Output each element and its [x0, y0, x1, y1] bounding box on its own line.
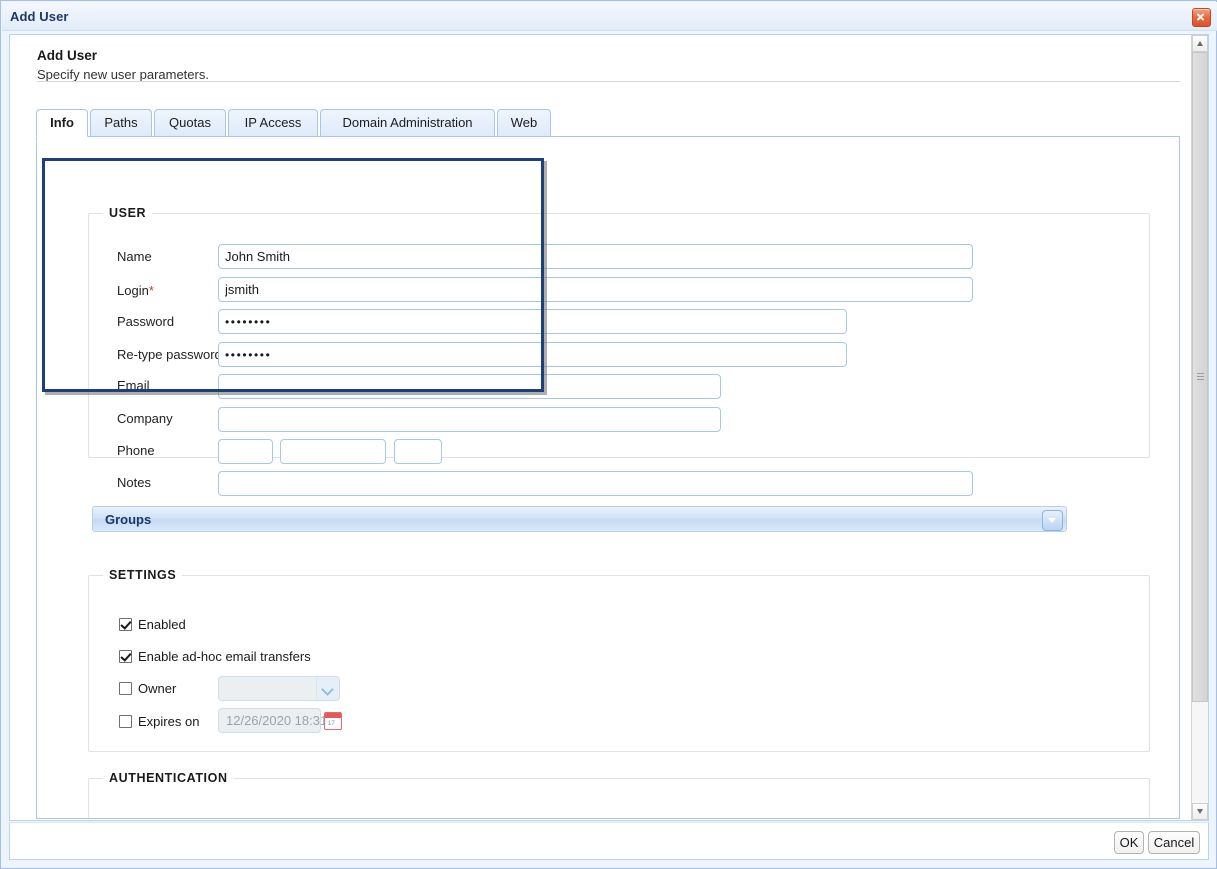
header-divider — [37, 81, 1180, 82]
label-company: Company — [117, 411, 173, 427]
owner-select[interactable] — [218, 676, 340, 701]
authentication-fieldset: AUTHENTICATION — [88, 778, 1150, 819]
label-notes: Notes — [117, 475, 151, 491]
dialog-title: Add User — [10, 9, 69, 24]
page-title: Add User — [37, 47, 1180, 65]
chevron-down-icon[interactable] — [1042, 510, 1063, 531]
groups-section-header[interactable]: Groups — [92, 506, 1067, 532]
checkbox-enabled-label: Enabled — [138, 616, 186, 633]
dialog-footer: OK Cancel — [9, 822, 1209, 860]
checkbox-adhoc-email-box[interactable] — [119, 650, 132, 663]
user-fieldset-legend: USER — [103, 206, 152, 220]
tab-info[interactable]: Info — [36, 109, 88, 137]
page-header: Add User Specify new user parameters. — [37, 47, 1180, 84]
settings-fieldset-legend: SETTINGS — [103, 568, 182, 582]
required-marker: * — [149, 283, 154, 298]
phone-country-input[interactable] — [218, 439, 273, 464]
label-name: Name — [117, 249, 152, 265]
dialog-body: Add User Specify new user parameters. In… — [9, 34, 1209, 821]
tab-panel-info: USER Name Login* Password Re-type passwo… — [36, 137, 1180, 819]
tab-quotas[interactable]: Quotas — [154, 109, 226, 136]
add-user-dialog: Add User Add User Specify new user param… — [0, 0, 1217, 869]
tab-domain-administration[interactable]: Domain Administration — [320, 109, 495, 136]
label-email: Email — [117, 378, 150, 394]
retype-password-input[interactable] — [218, 342, 847, 367]
phone-area-input[interactable] — [280, 439, 386, 464]
password-input[interactable] — [218, 309, 847, 334]
expires-on-field[interactable]: 12/26/2020 18:31 17 — [218, 708, 321, 733]
cancel-button[interactable]: Cancel — [1148, 831, 1200, 854]
checkbox-enabled-box[interactable] — [119, 618, 132, 631]
vertical-scrollbar[interactable] — [1191, 35, 1208, 820]
checkbox-adhoc-email-label: Enable ad-hoc email transfers — [138, 648, 311, 665]
calendar-icon[interactable]: 17 — [324, 712, 342, 730]
label-retype-password: Re-type password — [117, 347, 222, 363]
notes-input[interactable] — [218, 471, 973, 496]
tab-web[interactable]: Web — [497, 109, 551, 136]
authentication-fieldset-legend: AUTHENTICATION — [103, 771, 234, 785]
dialog-titlebar: Add User — [2, 2, 1217, 31]
expires-on-value: 12/26/2020 18:31 — [226, 713, 327, 728]
company-input[interactable] — [218, 407, 721, 432]
phone-number-input[interactable] — [394, 439, 442, 464]
checkbox-owner-label: Owner — [138, 680, 176, 697]
caret-down-icon[interactable] — [1192, 803, 1208, 820]
caret-up-icon[interactable] — [1192, 35, 1208, 52]
tab-bar: Info Paths Quotas IP Access Domain Admin… — [36, 109, 1180, 137]
checkbox-expires-on-label: Expires on — [138, 713, 199, 730]
groups-label: Groups — [105, 512, 151, 527]
scrollbar-thumb[interactable] — [1192, 52, 1208, 702]
tab-paths[interactable]: Paths — [90, 109, 152, 136]
label-phone: Phone — [117, 443, 155, 459]
ok-button[interactable]: OK — [1114, 831, 1144, 854]
label-login: Login* — [117, 283, 154, 299]
email-input[interactable] — [218, 374, 721, 399]
tab-ip-access[interactable]: IP Access — [228, 109, 318, 136]
grip-icon — [1197, 373, 1204, 382]
scroll-content: Add User Specify new user parameters. In… — [10, 35, 1191, 820]
chevron-down-icon[interactable] — [316, 677, 339, 700]
login-input[interactable] — [218, 277, 973, 302]
checkbox-owner-box[interactable] — [119, 682, 132, 695]
name-input[interactable] — [218, 244, 973, 269]
checkbox-expires-on-box[interactable] — [119, 715, 132, 728]
close-icon[interactable] — [1192, 8, 1211, 27]
label-password: Password — [117, 314, 174, 330]
